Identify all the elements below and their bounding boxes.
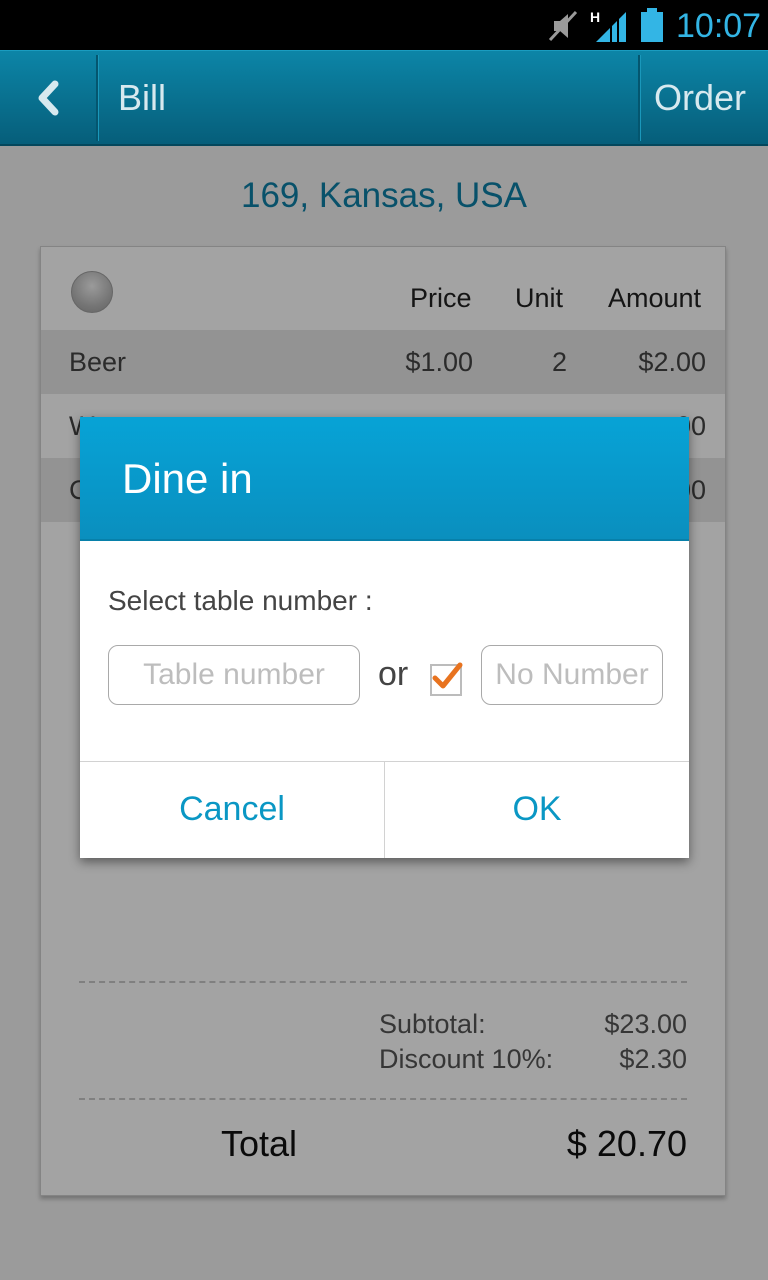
action-bar: Bill Order (0, 50, 768, 146)
dine-in-dialog: Dine in Select table number : Table numb… (80, 417, 689, 858)
no-number-field[interactable]: No Number (481, 645, 663, 705)
action-bar-divider (638, 55, 641, 141)
dialog-title: Dine in (122, 455, 253, 502)
status-time: 10:07 (676, 7, 762, 45)
no-number-checkbox[interactable] (430, 662, 463, 696)
action-bar-divider (96, 55, 99, 141)
order-button[interactable]: Order (654, 51, 746, 145)
signal-icon: H (590, 9, 626, 42)
status-bar: H 10:07 (0, 0, 768, 50)
cancel-button[interactable]: Cancel (80, 762, 384, 858)
ok-button[interactable]: OK (385, 762, 689, 858)
network-type-label: H (590, 9, 600, 25)
table-number-prompt: Select table number : (108, 585, 373, 616)
dialog-header: Dine in (80, 417, 689, 541)
or-label: or (378, 655, 409, 693)
chevron-left-icon (38, 80, 59, 116)
back-button[interactable] (0, 51, 96, 145)
mute-icon (548, 10, 578, 42)
table-number-input[interactable]: Table number (108, 645, 360, 705)
battery-icon (641, 8, 663, 42)
page-title: Bill (118, 77, 167, 118)
checkmark-icon (432, 662, 463, 689)
dialog-button-bar: Cancel OK (80, 761, 689, 858)
